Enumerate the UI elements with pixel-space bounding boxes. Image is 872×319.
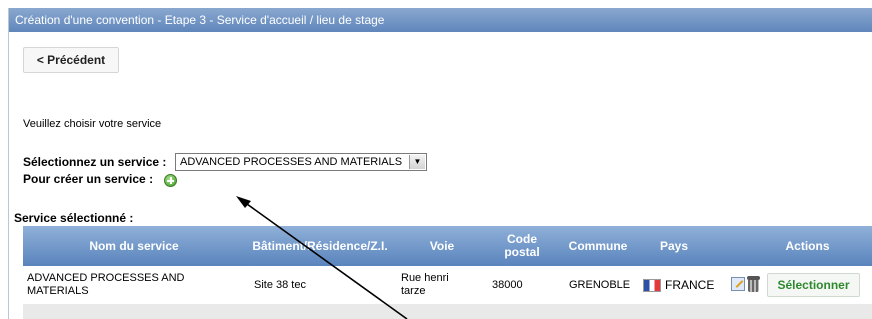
annotation-arrow <box>236 196 408 319</box>
